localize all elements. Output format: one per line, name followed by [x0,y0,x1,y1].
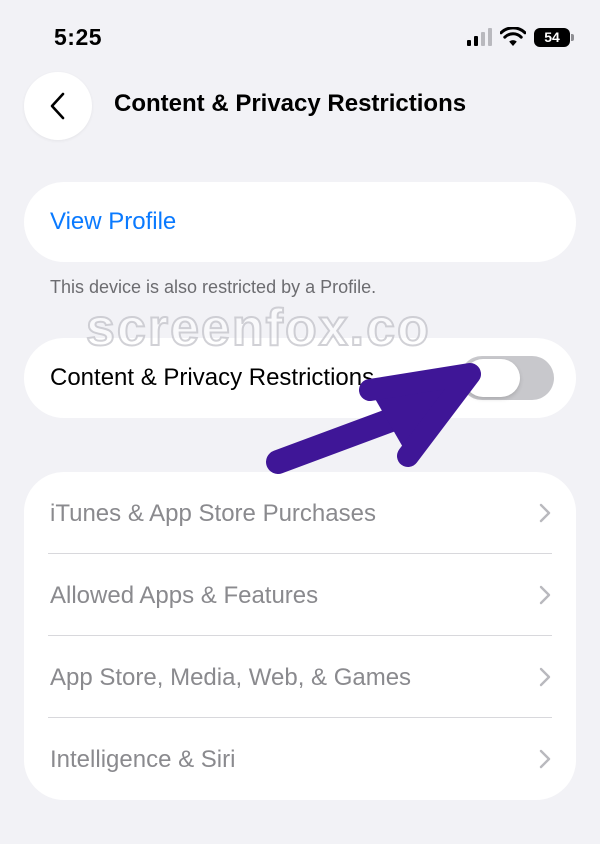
list-item-label: Allowed Apps & Features [50,582,319,609]
status-bar: 5:25 54 [0,0,600,72]
chevron-right-icon [539,667,551,687]
view-profile-card[interactable]: View Profile [24,182,576,262]
cellular-signal-icon [467,28,492,46]
list-item-intelligence-siri[interactable]: Intelligence & Siri [24,718,576,800]
view-profile-link[interactable]: View Profile [50,208,176,236]
watermark: screenfox.co [85,298,431,358]
back-button[interactable] [24,72,92,140]
list-item-itunes-app-store-purchases[interactable]: iTunes & App Store Purchases [24,472,576,554]
chevron-right-icon [539,585,551,605]
status-icons: 54 [467,26,574,48]
battery-level: 54 [544,29,560,45]
chevron-right-icon [539,749,551,769]
battery-icon: 54 [534,27,574,47]
list-item-app-store-media-web-games[interactable]: App Store, Media, Web, & Games [24,636,576,718]
page-title: Content & Privacy Restrictions [114,90,467,117]
toggle-knob[interactable] [464,359,520,397]
chevron-left-icon [50,92,65,120]
list-item-allowed-apps-features[interactable]: Allowed Apps & Features [24,554,576,636]
list-item-label: Intelligence & Siri [50,746,236,773]
status-time: 5:25 [54,24,103,50]
chevron-right-icon [539,503,551,523]
profile-restriction-note: This device is also restricted by a Prof… [50,277,377,297]
restrictions-toggle-label: Content & Privacy Restrictions [50,364,375,391]
wifi-icon [500,27,526,46]
list-item-label: App Store, Media, Web, & Games [50,664,412,691]
restrictions-settings-list: iTunes & App Store Purchases Allowed App… [24,472,576,800]
restrictions-toggle-switch[interactable] [460,356,554,400]
list-item-label: iTunes & App Store Purchases [50,500,376,527]
